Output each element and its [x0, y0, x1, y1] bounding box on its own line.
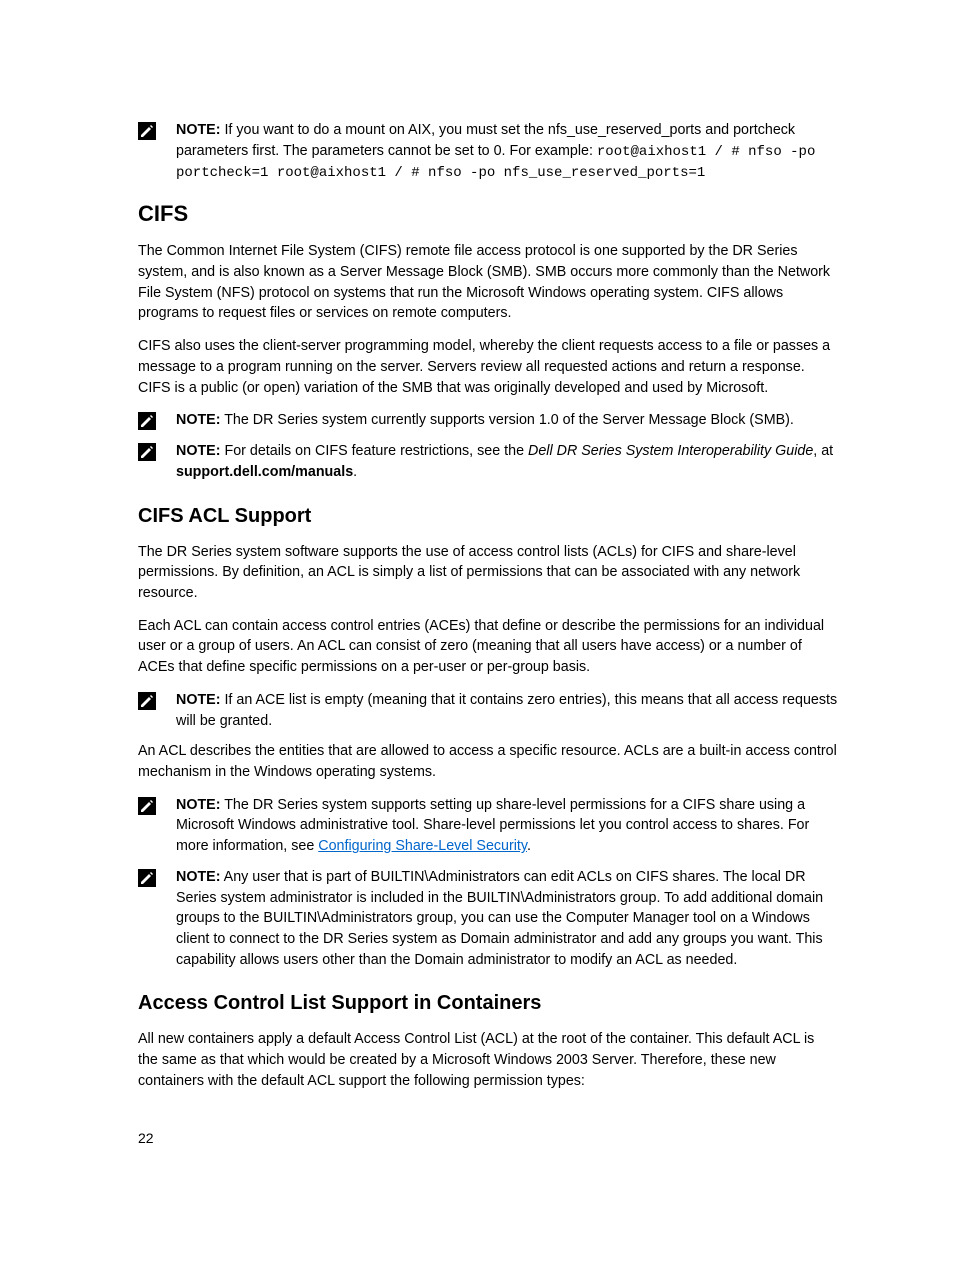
note-text: NOTE: For details on CIFS feature restri… [176, 441, 838, 482]
page-content: NOTE: If you want to do a mount on AIX, … [138, 120, 838, 1104]
note-body: . [527, 838, 531, 854]
note-body: Any user that is part of BUILTIN\Adminis… [176, 869, 823, 968]
link-config-share-security[interactable]: Configuring Share-Level Security [318, 838, 527, 854]
note-block-guide: NOTE: For details on CIFS feature restri… [138, 441, 838, 482]
pencil-icon [138, 443, 156, 461]
note-block-aix: NOTE: If you want to do a mount on AIX, … [138, 120, 838, 183]
note-text: NOTE: The DR Series system currently sup… [176, 410, 838, 431]
pencil-icon [138, 412, 156, 430]
pencil-icon [138, 869, 156, 887]
paragraph: Each ACL can contain access control entr… [138, 616, 838, 678]
paragraph: An ACL describes the entities that are a… [138, 741, 838, 782]
note-label: NOTE: [176, 443, 220, 459]
paragraph: The DR Series system software supports t… [138, 542, 838, 604]
paragraph: The Common Internet File System (CIFS) r… [138, 241, 838, 324]
note-body: . [353, 464, 357, 480]
note-label: NOTE: [176, 797, 220, 813]
pencil-icon [138, 797, 156, 815]
note-text: NOTE: The DR Series system supports sett… [176, 795, 838, 857]
note-body: The DR Series system currently supports … [220, 412, 793, 428]
note-block-builtin: NOTE: Any user that is part of BUILTIN\A… [138, 867, 838, 971]
support-url: support.dell.com/manuals [176, 464, 353, 480]
note-body: For details on CIFS feature restrictions… [220, 443, 528, 459]
pencil-icon [138, 692, 156, 710]
note-label: NOTE: [176, 869, 220, 885]
guide-title: Dell DR Series System Interoperability G… [528, 443, 813, 459]
paragraph: All new containers apply a default Acces… [138, 1029, 838, 1091]
heading-cifs: CIFS [138, 201, 838, 227]
heading-acl-containers: Access Control List Support in Container… [138, 992, 838, 1015]
note-label: NOTE: [176, 692, 220, 708]
note-text: NOTE: If you want to do a mount on AIX, … [176, 120, 838, 183]
note-label: NOTE: [176, 412, 220, 428]
note-block-share-level: NOTE: The DR Series system supports sett… [138, 795, 838, 857]
note-body: , at [813, 443, 833, 459]
page-number: 22 [138, 1130, 154, 1146]
note-text: NOTE: Any user that is part of BUILTIN\A… [176, 867, 838, 971]
pencil-icon [138, 122, 156, 140]
heading-cifs-acl: CIFS ACL Support [138, 505, 838, 528]
note-text: NOTE: If an ACE list is empty (meaning t… [176, 690, 838, 731]
note-label: NOTE: [176, 122, 220, 138]
note-block-smb: NOTE: The DR Series system currently sup… [138, 410, 838, 431]
paragraph: CIFS also uses the client-server program… [138, 336, 838, 398]
note-block-ace: NOTE: If an ACE list is empty (meaning t… [138, 690, 838, 731]
note-body: If an ACE list is empty (meaning that it… [176, 692, 837, 729]
